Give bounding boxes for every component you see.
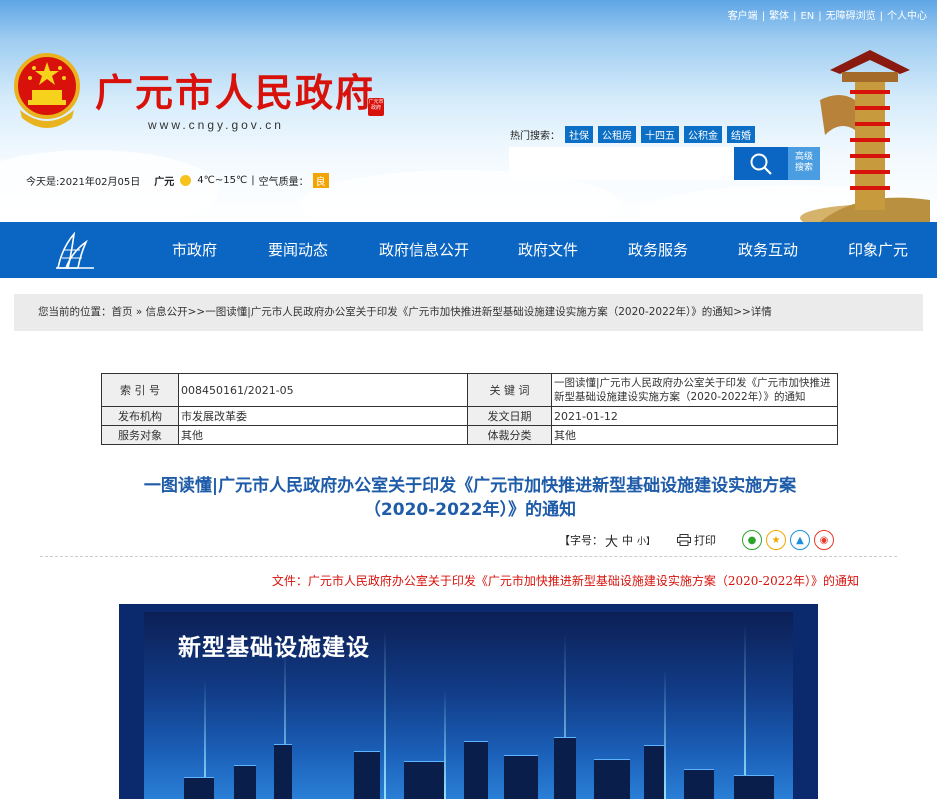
top-links: 客户端 | 繁体 | EN | 无障碍浏览 | 个人中心 <box>727 11 927 22</box>
nav-info-disclosure[interactable]: 政府信息公开 <box>379 222 469 278</box>
meta-label: 索 引 号 <box>101 373 179 407</box>
separator: | <box>251 175 255 186</box>
share-weibo-icon[interactable]: ◉ <box>814 530 835 550</box>
article-tools: 【字号： 大 中 小】 打印 ● ★ ▲ ◉ <box>559 530 835 550</box>
weather-temp: 4℃~15℃ <box>197 175 248 186</box>
search-input[interactable] <box>509 147 734 180</box>
print-button[interactable]: 打印 <box>677 532 716 548</box>
building <box>504 755 538 799</box>
article-title: 一图读懂|广元市人民政府办公室关于印发《广元市加快推进新型基础设施建设实施方案 … <box>143 476 797 520</box>
meta-org-value: 市发展改革委 <box>178 406 468 426</box>
air-quality-label: 空气质量： <box>258 177 309 188</box>
hot-tag-jiehun[interactable]: 结婚 <box>727 126 755 143</box>
meta-label: 服务对象 <box>101 425 179 445</box>
main-nav: 市政府 要闻动态 政府信息公开 政府文件 政务服务 政务互动 印象广元 <box>0 222 937 278</box>
site-header: 客户端 | 繁体 | EN | 无障碍浏览 | 个人中心 广元市人民政府 广元市政府 www.c… <box>0 0 937 222</box>
english-link[interactable]: EN <box>800 11 814 22</box>
building <box>684 769 714 799</box>
meta-label: 关 键 词 <box>467 373 552 407</box>
share-wechat-icon[interactable]: ● <box>742 530 763 550</box>
infographic-poster: 新型基础设施建设 <box>119 604 818 799</box>
building <box>234 765 256 799</box>
light-beam <box>744 624 746 799</box>
meta-label: 发布机构 <box>101 406 179 426</box>
font-large-button[interactable]: 大 <box>605 531 618 550</box>
light-beam <box>384 629 386 799</box>
printer-icon <box>677 534 692 546</box>
building <box>734 775 774 799</box>
hot-search-label: 热门搜索： <box>510 131 560 142</box>
meta-genre-value: 其他 <box>551 425 838 445</box>
nav-impression-guangyuan[interactable]: 印象广元 <box>848 222 908 278</box>
tower-illustration <box>800 50 930 222</box>
city-logo-icon[interactable] <box>52 228 96 272</box>
document-meta-table: 索 引 号 008450161/2021-05 关 键 词 一图读懂|广元市人民… <box>101 373 838 445</box>
meta-label: 体裁分类 <box>467 425 552 445</box>
nav-gov-services[interactable]: 政务服务 <box>628 222 688 278</box>
font-medium-button[interactable]: 中 <box>622 532 633 548</box>
breadcrumb: 您当前的位置：首页 » 信息公开>>一图读懂|广元市人民政府办公室关于印发《广元… <box>14 294 923 331</box>
building <box>464 741 488 799</box>
sun-icon <box>180 175 192 186</box>
meta-index-value: 008450161/2021-05 <box>178 373 468 407</box>
light-beam <box>444 689 446 799</box>
accessibility-link[interactable]: 无障碍浏览 <box>826 11 876 22</box>
font-size-label: 【字号： <box>559 534 603 547</box>
hot-tag-gongzufang[interactable]: 公租房 <box>598 126 636 143</box>
client-link[interactable]: 客户端 <box>728 11 758 22</box>
building <box>404 761 444 799</box>
weather-bar: 今天是:2021年02月05日 广元 4℃~15℃ | 空气质量： 良 <box>26 173 329 188</box>
file-reference-link[interactable]: 文件：广元市人民政府办公室关于印发《广元市加快推进新型基础设施建设实施方案（20… <box>272 572 859 589</box>
air-quality-badge: 良 <box>312 173 329 188</box>
poster-title: 新型基础设施建设 <box>178 635 370 661</box>
hot-tag-shebao[interactable]: 社保 <box>565 126 593 143</box>
nav-city-government[interactable]: 市政府 <box>172 222 217 278</box>
today-date: 今天是:2021年02月05日 <box>26 177 141 188</box>
share-qq-icon[interactable]: ▲ <box>790 530 811 550</box>
building <box>644 745 664 799</box>
meta-date-value: 2021-01-12 <box>551 406 838 426</box>
meta-label: 发文日期 <box>467 406 552 426</box>
meta-keyword-value: 一图读懂|广元市人民政府办公室关于印发《广元市加快推进新型基础设施建设实施方案（… <box>551 373 838 407</box>
hot-tag-shisiwu[interactable]: 十四五 <box>641 126 679 143</box>
nav-gov-interaction[interactable]: 政务互动 <box>738 222 798 278</box>
poster-image: 新型基础设施建设 <box>144 612 793 799</box>
nav-gov-documents[interactable]: 政府文件 <box>518 222 578 278</box>
hot-tag-gongjijin[interactable]: 公积金 <box>684 126 722 143</box>
building <box>274 744 292 799</box>
building <box>554 737 576 799</box>
building <box>184 777 214 799</box>
light-beam <box>664 669 666 799</box>
search-button[interactable] <box>734 147 788 180</box>
building <box>594 759 630 799</box>
nav-news[interactable]: 要闻动态 <box>268 222 328 278</box>
national-emblem-icon <box>14 53 80 128</box>
search-icon <box>750 153 772 175</box>
personal-center-link[interactable]: 个人中心 <box>887 11 927 22</box>
traditional-link[interactable]: 繁体 <box>769 11 789 22</box>
building <box>354 751 380 799</box>
divider <box>40 556 897 557</box>
site-title: 广元市人民政府 <box>95 70 376 115</box>
hot-search: 热门搜索： 社保 公租房 十四五 公积金 结婚 <box>510 126 755 143</box>
meta-target-value: 其他 <box>178 425 468 445</box>
share-qzone-icon[interactable]: ★ <box>766 530 787 550</box>
weather-city: 广元 <box>154 177 175 188</box>
site-url: www.cngy.gov.cn <box>148 118 284 132</box>
seal-icon: 广元市政府 <box>368 98 384 116</box>
font-small-button[interactable]: 小】 <box>637 534 655 547</box>
